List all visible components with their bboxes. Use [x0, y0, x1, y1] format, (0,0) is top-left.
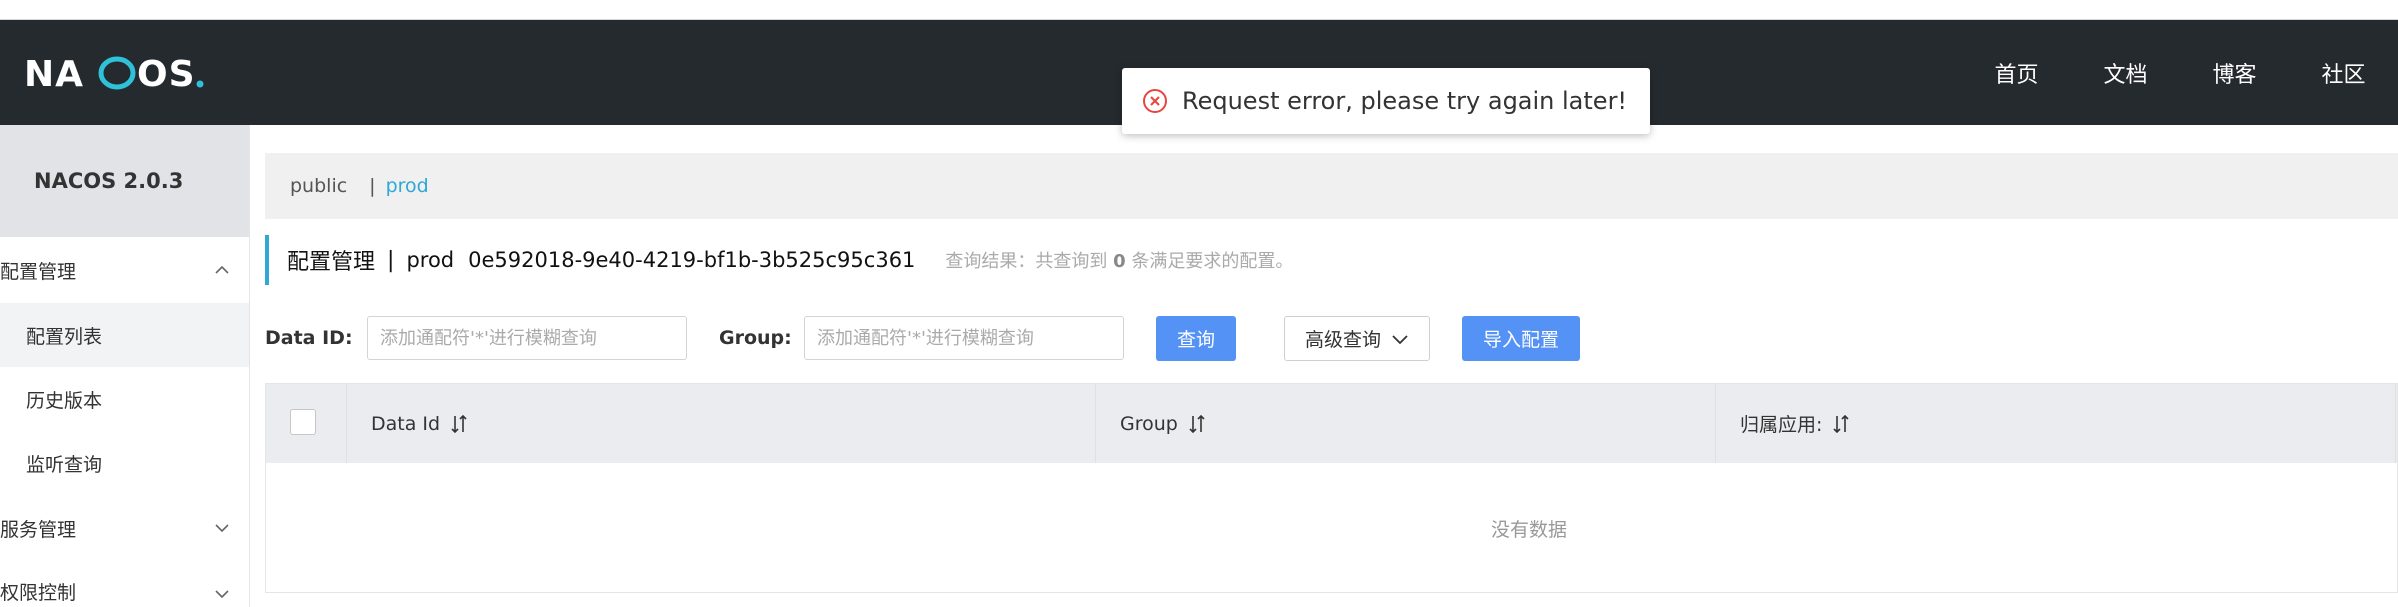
nacos-logo[interactable]: NA OS [24, 50, 244, 96]
column-data-id-label: Data Id [371, 412, 441, 435]
sidebar-group-label: 权限控制 [0, 581, 77, 604]
chevron-down-icon [215, 524, 229, 533]
table-empty-state: 没有数据 [266, 463, 2397, 593]
empty-text: 没有数据 [1491, 519, 1568, 541]
toast-message: Request error, please try again later! [1182, 87, 1628, 115]
page-title-namespace: prod [406, 248, 455, 272]
svg-text:NA: NA [24, 54, 84, 95]
namespace-separator: | [369, 175, 376, 197]
nav-home[interactable]: 首页 [1962, 57, 2071, 89]
config-table: Data Id Group 归属应用: 没有数据 [265, 383, 2398, 593]
page-title-namespace-id: 0e592018-9e40-4219-bf1b-3b525c95c361 [468, 248, 916, 272]
column-app-label: 归属应用: [1740, 414, 1823, 436]
column-group[interactable]: Group [1096, 384, 1716, 463]
query-result-summary: 查询结果：共查询到 0 条满足要求的配置。 [945, 251, 1294, 272]
sidebar-group-config[interactable]: 配置管理 [0, 237, 249, 303]
main-content: public | prod 配置管理 | prod 0e592018-9e40-… [265, 125, 2398, 607]
import-config-button[interactable]: 导入配置 [1462, 316, 1580, 361]
namespace-prod[interactable]: prod [386, 175, 429, 197]
column-app[interactable]: 归属应用: [1716, 384, 2396, 463]
error-circle-icon [1143, 89, 1167, 113]
chevron-up-icon [215, 265, 229, 274]
page-title-main: 配置管理 [287, 250, 376, 275]
table-header: Data Id Group 归属应用: [266, 384, 2397, 463]
page-title: 配置管理 | prod 0e592018-9e40-4219-bf1b-3b52… [265, 235, 1765, 285]
sidebar-item-history[interactable]: 历史版本 [0, 367, 249, 431]
group-input[interactable] [804, 316, 1124, 360]
data-id-input[interactable] [367, 316, 687, 360]
sidebar-item-listener-query[interactable]: 监听查询 [0, 431, 249, 495]
sidebar-item-config-list[interactable]: 配置列表 [0, 303, 249, 367]
nav-docs[interactable]: 文档 [2071, 57, 2180, 89]
chevron-down-icon [1392, 334, 1408, 344]
sort-icon[interactable] [450, 413, 468, 435]
sort-icon[interactable] [1832, 413, 1850, 435]
sidebar-group-label: 服务管理 [0, 518, 77, 541]
advanced-search-label: 高级查询 [1304, 329, 1381, 351]
namespace-bar: public | prod [265, 153, 2398, 219]
advanced-search-button[interactable]: 高级查询 [1284, 316, 1430, 361]
nav-blog[interactable]: 博客 [2180, 57, 2289, 89]
column-data-id[interactable]: Data Id [347, 384, 1096, 463]
group-label: Group: [719, 327, 792, 349]
svg-text:OS: OS [137, 54, 196, 95]
top-nav: 首页 文档 博客 社区 [1962, 20, 2398, 125]
sidebar-group-service[interactable]: 服务管理 [0, 495, 249, 561]
sidebar-version: NACOS 2.0.3 [0, 125, 249, 237]
nav-community[interactable]: 社区 [2289, 57, 2398, 89]
search-button[interactable]: 查询 [1156, 316, 1236, 361]
data-id-label: Data ID: [265, 327, 353, 349]
filter-bar: Data ID: Group: 查询 高级查询 导入配置 [265, 313, 1965, 363]
sort-icon[interactable] [1188, 413, 1206, 435]
page-title-separator: | [387, 247, 395, 273]
query-result-count: 0 [1113, 251, 1126, 272]
sidebar: NACOS 2.0.3 配置管理 配置列表 历史版本 监听查询 服务管理 权限控… [0, 125, 250, 607]
select-all-cell [266, 384, 347, 463]
sidebar-group-label: 配置管理 [0, 260, 77, 283]
namespace-public[interactable]: public [290, 175, 347, 197]
chevron-down-icon [215, 590, 229, 599]
window-top-strip [0, 0, 2398, 20]
error-toast: Request error, please try again later! [1122, 68, 1650, 134]
select-all-checkbox[interactable] [290, 409, 316, 435]
nacos-logo-icon: NA OS [24, 54, 204, 95]
column-group-label: Group [1120, 412, 1178, 435]
sidebar-group-permission[interactable]: 权限控制 [0, 561, 249, 607]
